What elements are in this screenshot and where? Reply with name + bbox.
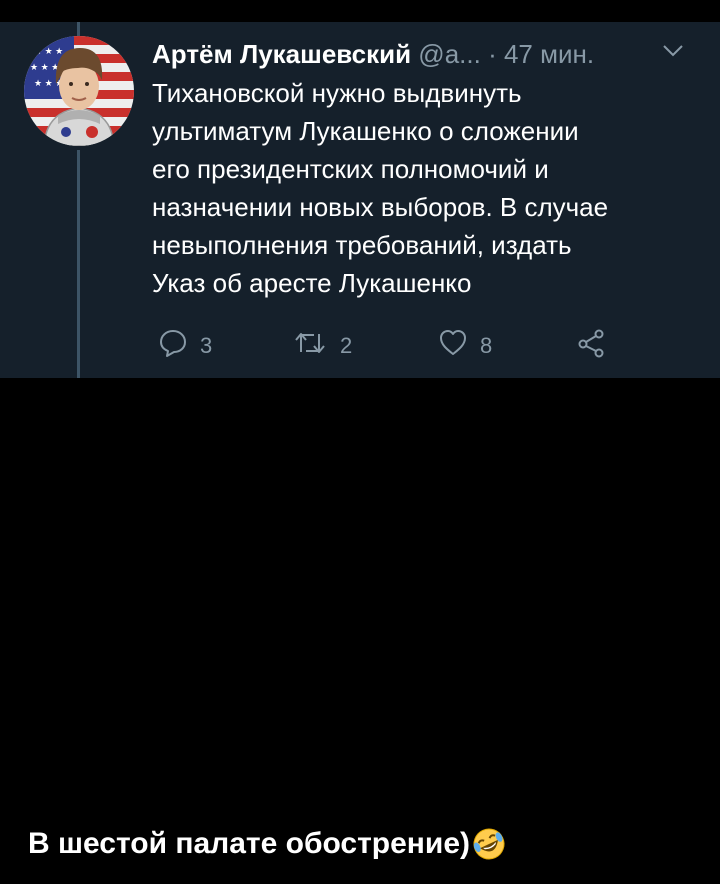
svg-text:★ ★ ★: ★ ★ ★ [34, 46, 63, 56]
author-name[interactable]: Артём Лукашевский [152, 39, 411, 69]
like-count: 8 [480, 333, 493, 358]
reply-count: 3 [200, 333, 213, 358]
tweet-text-line: Тихановской нужно выдвинуть [152, 78, 522, 108]
tweet-text-line: ультиматум Лукашенко о сложении [152, 116, 579, 146]
tweet-text-line: Указ об аресте Лукашенко [152, 268, 472, 298]
avatar[interactable]: ★ ★ ★ ★ ★ ★ ★ ★ ★ [24, 36, 134, 146]
separator-dot: · [488, 39, 497, 69]
tweet-text-line: невыполнения требований, издать [152, 230, 572, 260]
reply-button[interactable]: 3 [158, 328, 212, 364]
retweet-button[interactable]: 2 [292, 328, 352, 364]
author-handle[interactable]: @a... [418, 39, 481, 69]
tweet-text-line: его президентских полномочий и [152, 154, 549, 184]
tweet-text: Тихановской нужно выдвинуть ультиматум Л… [152, 74, 692, 302]
share-button[interactable] [576, 328, 606, 364]
caption: В шестой палате обострение) [28, 822, 506, 866]
rolling-laughing-emoji-icon [472, 827, 506, 861]
retweet-icon [292, 328, 328, 364]
reply-icon [158, 328, 188, 364]
tweet-actions: 3 2 8 [152, 328, 652, 364]
retweet-count: 2 [340, 333, 353, 358]
top-strip [0, 0, 720, 22]
tweet-card[interactable]: ★ ★ ★ ★ ★ ★ ★ ★ ★ Артём Лукашевский @a..… [0, 22, 720, 378]
tweet-header: Артём Лукашевский @a... · 47 мин. [152, 34, 692, 74]
timestamp[interactable]: 47 мин. [504, 39, 594, 69]
share-icon [576, 328, 606, 364]
svg-text:★ ★ ★: ★ ★ ★ [30, 62, 59, 72]
tweet-text-line: назначении новых выборов. В случае [152, 192, 609, 222]
heart-icon [438, 328, 468, 364]
chevron-down-icon[interactable] [662, 44, 684, 58]
caption-text: В шестой палате обострение) [28, 827, 471, 860]
like-button[interactable]: 8 [438, 328, 492, 364]
svg-text:★ ★ ★: ★ ★ ★ [34, 78, 63, 88]
thread-line-top [77, 22, 80, 36]
thread-line [77, 150, 80, 378]
